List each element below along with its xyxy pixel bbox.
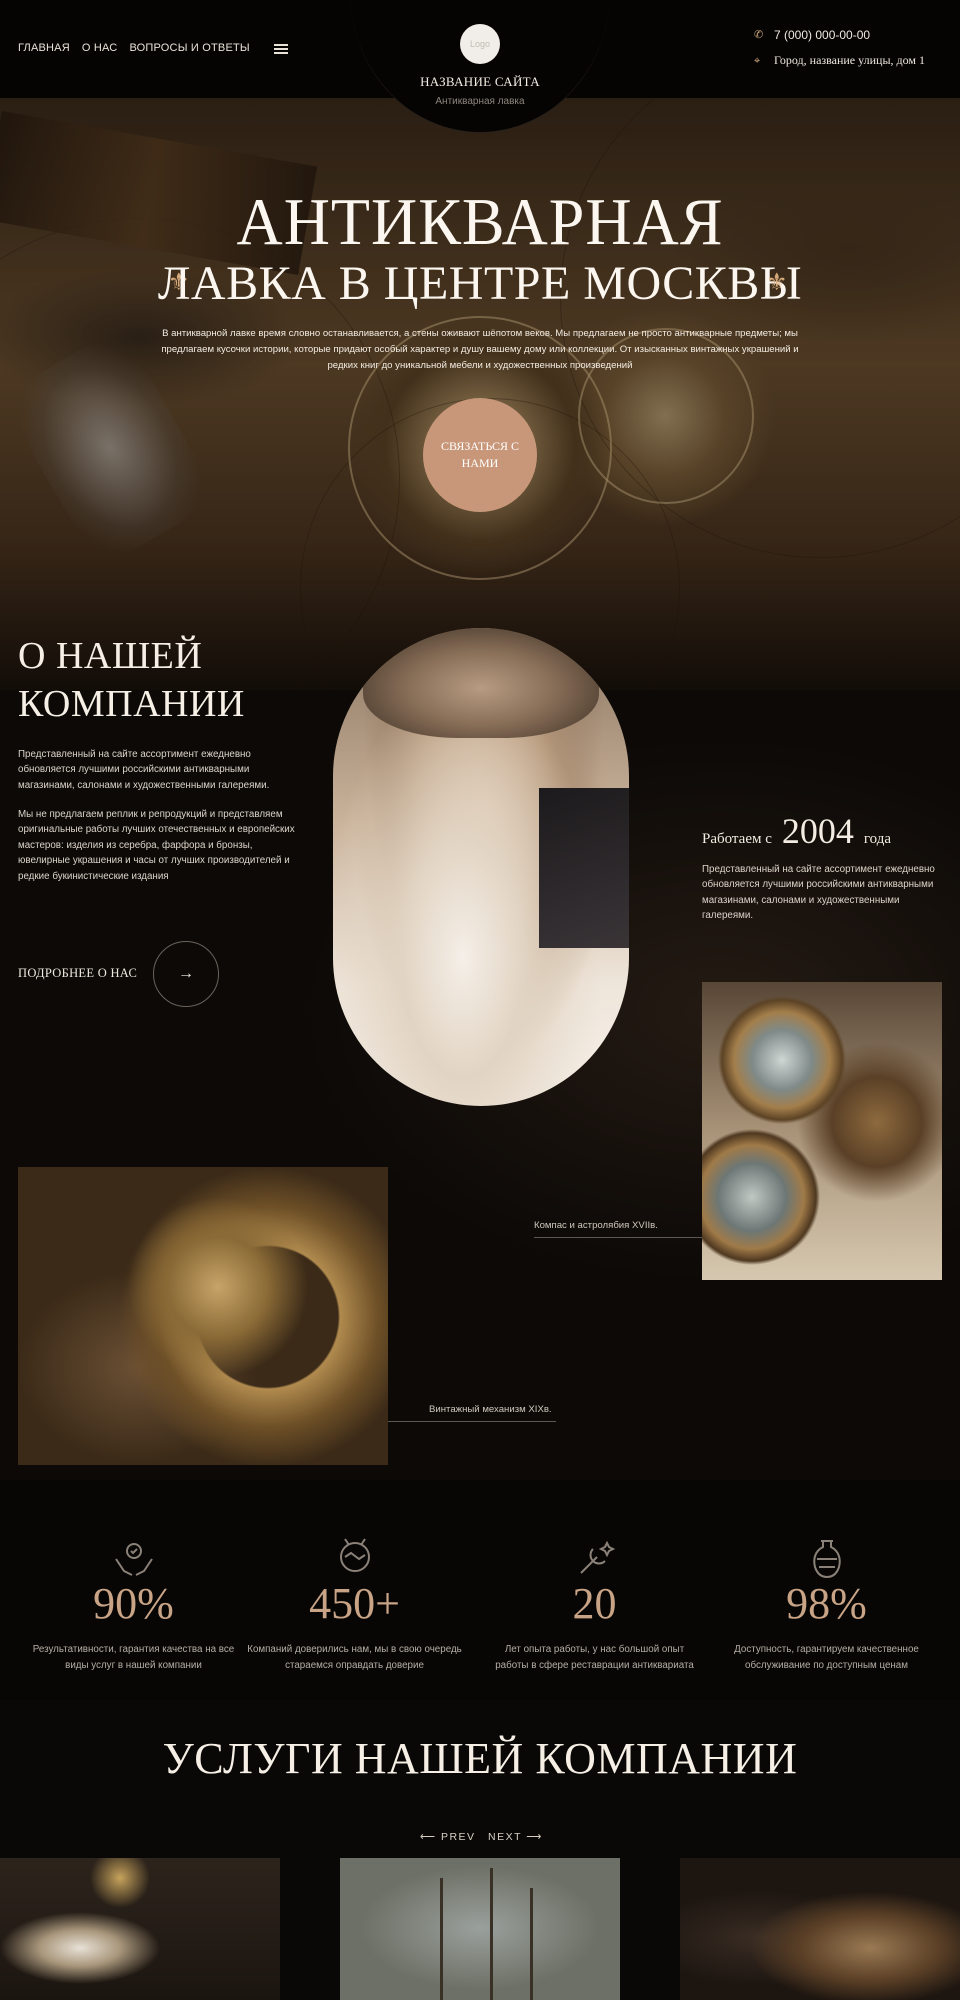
location-icon: ⌖	[754, 54, 761, 67]
statue-image	[333, 628, 629, 1106]
contact-us-button[interactable]: СВЯЗАТЬСЯ С НАМИ	[423, 398, 537, 512]
compass-photo	[702, 982, 942, 1280]
since-year: 2004	[781, 811, 854, 851]
phone-icon: ✆	[754, 29, 764, 41]
hero-description: В антикварной лавке время словно останав…	[161, 328, 799, 371]
since-description: Представленный на сайте ассортимент ежед…	[702, 864, 935, 922]
vase-icon	[812, 1540, 841, 1579]
handshake-icon	[339, 1538, 370, 1572]
service-card-painting[interactable]	[340, 1858, 620, 2000]
hero-title-line1: АНТИКВАРНАЯ	[236, 184, 724, 259]
about-paragraph-1: Представленный на сайте ассортимент ежед…	[18, 749, 270, 791]
nav-item-home[interactable]: ГЛАВНАЯ	[18, 42, 70, 54]
since-prefix: Работаем с	[702, 831, 772, 847]
main-nav: ГЛАВНАЯ О НАС ВОПРОСЫ И ОТВЕТЫ	[18, 42, 250, 54]
address-text: Город, название улицы, дом 1	[774, 53, 925, 67]
services-title: УСЛУГИ НАШЕЙ КОМПАНИИ	[162, 1734, 798, 1783]
stat-value: 90%	[93, 1579, 174, 1628]
more-about-button[interactable]: →	[153, 941, 219, 1007]
phone-number: 7 (000) 000-00-00	[774, 28, 871, 42]
stat-experience: 20 Лет опыта работы, у нас большой опыт …	[487, 1535, 702, 1673]
site-name[interactable]: НАЗВАНИЕ САЙТА	[380, 74, 580, 90]
since-block: Работаем с 2004 года	[702, 810, 891, 852]
service-card-porcelain[interactable]	[0, 1858, 280, 2000]
about-paragraph-2: Мы не предлагаем реплик и репродукций и …	[18, 809, 295, 882]
tools-icon	[579, 1540, 615, 1574]
fleur-de-lis-icon: ⚜	[766, 269, 788, 296]
stat-description: Компаний доверились нам, мы в свою очере…	[247, 1644, 462, 1671]
stat-description: Лет опыта работы, у нас большой опыт раб…	[495, 1644, 694, 1671]
nav-item-faq[interactable]: ВОПРОСЫ И ОТВЕТЫ	[129, 42, 249, 54]
compass-caption: Компас и астролябия XVIIв.	[534, 1220, 658, 1231]
hands-icon	[114, 1543, 153, 1576]
since-suffix: года	[863, 831, 892, 847]
prev-button[interactable]: ⟵ PREV	[420, 1831, 476, 1843]
stat-results: 90% Результативности, гарантия качества …	[26, 1535, 241, 1673]
more-about-label[interactable]: ПОДРОБНЕЕ О НАС	[18, 966, 137, 981]
next-button[interactable]: NEXT ⟶	[488, 1831, 543, 1843]
nav-item-about[interactable]: О НАС	[82, 42, 118, 54]
address-contact: ⌖ Город, название улицы, дом 1	[754, 53, 925, 68]
stat-companies: 450+ Компаний доверились нам, мы в свою …	[247, 1535, 462, 1673]
arrow-right-icon: →	[178, 965, 194, 982]
stat-value: 20	[572, 1579, 617, 1628]
about-title: О НАШЕЙ КОМПАНИИ	[18, 635, 245, 725]
phone-contact[interactable]: ✆ 7 (000) 000-00-00	[754, 28, 870, 42]
stat-availability: 98% Доступность, гарантируем качественно…	[719, 1535, 934, 1673]
stat-value: 98%	[786, 1579, 867, 1628]
stat-value: 450+	[309, 1579, 400, 1628]
service-card-weapons[interactable]	[680, 1858, 960, 2000]
hero-title-line2: ЛАВКА В ЦЕНТРЕ МОСКВЫ	[157, 257, 803, 310]
stat-description: Доступность, гарантируем качественное об…	[734, 1644, 919, 1671]
mechanism-photo	[18, 1167, 388, 1465]
menu-icon[interactable]	[274, 44, 288, 54]
stat-description: Результативности, гарантия качества на в…	[32, 1644, 235, 1671]
site-subtitle: Антикварная лавка	[435, 96, 525, 107]
mechanism-caption: Винтажный механизм XIXв.	[429, 1404, 552, 1415]
logo[interactable]: Logo	[460, 24, 500, 64]
